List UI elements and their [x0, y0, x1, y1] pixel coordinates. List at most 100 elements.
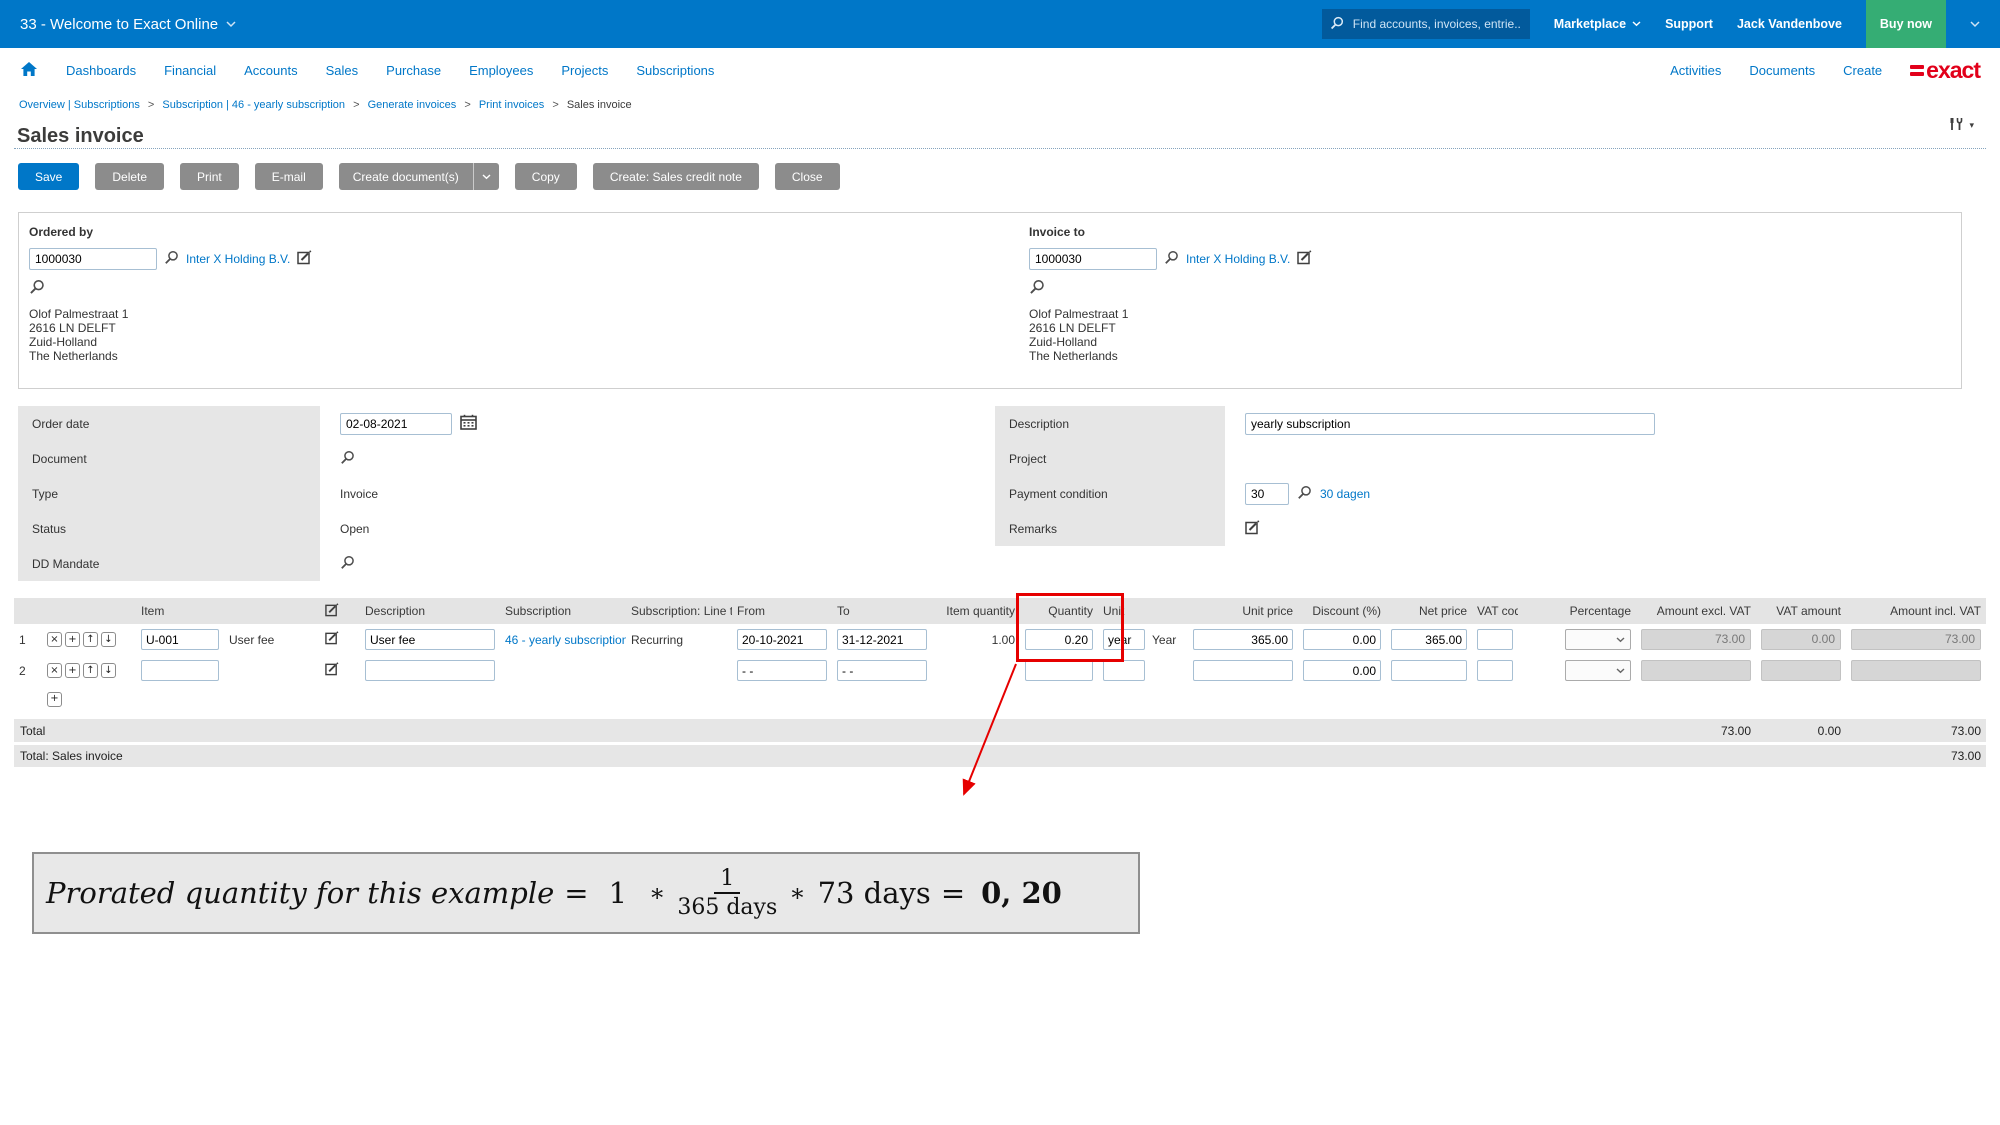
from-date-input[interactable] [737, 629, 827, 650]
move-row-down-button[interactable]: ↓ [101, 663, 116, 678]
nav-dashboards[interactable]: Dashboards [66, 63, 136, 78]
breadcrumb-link-overview-subscriptions[interactable]: Overview | Subscriptions [19, 99, 140, 111]
breadcrumb-link-print-invoices[interactable]: Print invoices [479, 99, 544, 111]
division-title[interactable]: 33 - Welcome to Exact Online [20, 16, 218, 33]
move-row-up-button[interactable]: ↑ [83, 663, 98, 678]
nav-subscriptions[interactable]: Subscriptions [636, 63, 714, 78]
header-net-price: Net price [1386, 604, 1472, 618]
nav-financial[interactable]: Financial [164, 63, 216, 78]
header-amount-excl: Amount excl. VAT [1636, 604, 1756, 618]
percentage-select[interactable] [1565, 660, 1631, 681]
marketplace-menu[interactable]: Marketplace [1554, 17, 1641, 31]
insert-row-button[interactable]: + [65, 632, 80, 647]
delete-row-button[interactable]: × [47, 663, 62, 678]
nav-activities[interactable]: Activities [1670, 63, 1721, 78]
header-vat-amount: VAT amount [1756, 604, 1846, 618]
division-chevron-down-icon[interactable] [226, 17, 236, 31]
subscription-link[interactable]: 46 - yearly subscription [505, 633, 626, 647]
save-button[interactable]: Save [18, 163, 79, 190]
nav-projects[interactable]: Projects [561, 63, 608, 78]
ordered-by-account-input[interactable] [29, 248, 157, 270]
discount-input[interactable] [1303, 629, 1381, 650]
calendar-icon[interactable] [460, 414, 477, 433]
nav-accounts[interactable]: Accounts [244, 63, 297, 78]
quantity-input[interactable] [1025, 660, 1093, 681]
header-line-type: Subscription: Line type [626, 604, 732, 618]
quantity-input[interactable] [1025, 629, 1093, 650]
breadcrumb-separator: > [353, 99, 359, 111]
unit-price-input[interactable] [1193, 660, 1293, 681]
line-description-input[interactable] [365, 629, 495, 650]
payment-condition-input[interactable] [1245, 483, 1289, 505]
email-button[interactable]: E-mail [255, 163, 323, 190]
to-date-input[interactable] [837, 660, 927, 681]
row-number: 2 [14, 664, 40, 678]
header-percentage: Percentage [1518, 604, 1636, 618]
customize-menu[interactable]: ▾ [1947, 116, 1974, 135]
vat-code-input[interactable] [1477, 660, 1513, 681]
formula-result: 0, 20 [981, 876, 1062, 910]
nav-sales[interactable]: Sales [326, 63, 359, 78]
delete-row-button[interactable]: × [47, 632, 62, 647]
vat-code-input[interactable] [1477, 629, 1513, 650]
search-icon[interactable] [340, 450, 355, 468]
item-code-input[interactable] [141, 660, 219, 681]
create-documents-dropdown[interactable] [473, 163, 499, 190]
exact-logo[interactable]: exact [1910, 59, 1980, 82]
delete-button[interactable]: Delete [95, 163, 164, 190]
search-icon[interactable] [1297, 485, 1312, 503]
print-button[interactable]: Print [180, 163, 239, 190]
line-description-input[interactable] [365, 660, 495, 681]
search-icon[interactable] [340, 555, 355, 573]
user-menu[interactable]: Jack Vandenbove [1737, 17, 1842, 31]
nav-create[interactable]: Create [1843, 63, 1882, 78]
breadcrumb-link-subscription[interactable]: Subscription | 46 - yearly subscription [162, 99, 345, 111]
order-date-input[interactable] [340, 413, 452, 435]
nav-documents[interactable]: Documents [1749, 63, 1815, 78]
nav-employees[interactable]: Employees [469, 63, 533, 78]
invoice-to-account-input[interactable] [1029, 248, 1157, 270]
edit-note-icon[interactable] [320, 662, 360, 679]
chevron-down-icon [1616, 668, 1625, 674]
nav-purchase[interactable]: Purchase [386, 63, 441, 78]
move-row-up-button[interactable]: ↑ [83, 632, 98, 647]
ordered-by-account-link[interactable]: Inter X Holding B.V. [186, 252, 290, 266]
breadcrumb-separator: > [552, 99, 558, 111]
create-documents-button[interactable]: Create document(s) [339, 163, 499, 190]
contact-search-icon[interactable] [1029, 279, 1649, 298]
buy-now-button[interactable]: Buy now [1866, 0, 1946, 48]
copy-button[interactable]: Copy [515, 163, 577, 190]
support-link[interactable]: Support [1665, 17, 1713, 31]
topbar-chevron-down-icon[interactable] [1970, 17, 1980, 31]
edit-note-icon[interactable] [320, 631, 360, 648]
exact-logo-equals [1910, 62, 1924, 79]
unit-price-input[interactable] [1193, 629, 1293, 650]
from-date-input[interactable] [737, 660, 827, 681]
edit-note-icon[interactable] [297, 250, 312, 268]
unit-code-input[interactable] [1103, 660, 1145, 681]
edit-note-icon[interactable] [1297, 250, 1312, 268]
search-icon[interactable] [164, 250, 179, 268]
home-icon[interactable] [20, 61, 38, 80]
item-code-input[interactable] [141, 629, 219, 650]
edit-note-icon[interactable] [1245, 520, 1260, 538]
breadcrumb-link-generate-invoices[interactable]: Generate invoices [368, 99, 457, 111]
search-icon[interactable] [1164, 250, 1179, 268]
search-input[interactable] [1351, 16, 1522, 32]
insert-row-button[interactable]: + [65, 663, 80, 678]
unit-code-input[interactable] [1103, 629, 1145, 650]
net-price-input[interactable] [1391, 629, 1467, 650]
description-input[interactable] [1245, 413, 1655, 435]
invoice-to-account-link[interactable]: Inter X Holding B.V. [1186, 252, 1290, 266]
add-row-button[interactable]: + [47, 692, 62, 707]
breadcrumb-separator: > [464, 99, 470, 111]
create-credit-note-button[interactable]: Create: Sales credit note [593, 163, 759, 190]
payment-condition-link[interactable]: 30 dagen [1320, 487, 1370, 501]
contact-search-icon[interactable] [29, 279, 649, 298]
move-row-down-button[interactable]: ↓ [101, 632, 116, 647]
to-date-input[interactable] [837, 629, 927, 650]
discount-input[interactable] [1303, 660, 1381, 681]
net-price-input[interactable] [1391, 660, 1467, 681]
close-button[interactable]: Close [775, 163, 840, 190]
percentage-select[interactable] [1565, 629, 1631, 650]
